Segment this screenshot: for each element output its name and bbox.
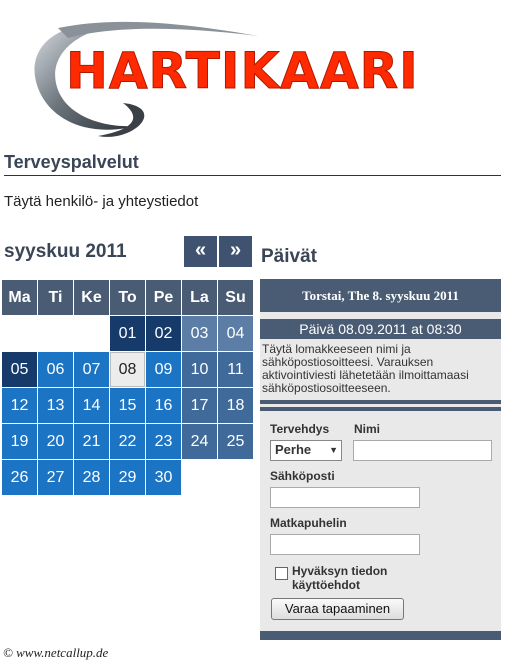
- calendar-day[interactable]: 29: [110, 460, 145, 495]
- next-month-button[interactable]: »: [219, 236, 252, 267]
- calendar-day[interactable]: 04: [218, 316, 253, 351]
- selected-date-header: Torstai, The 8. syyskuu 2011: [260, 279, 501, 312]
- phone-input[interactable]: [270, 534, 420, 555]
- salutation-label: Tervehdys: [270, 422, 330, 436]
- calendar-day[interactable]: 19: [2, 424, 37, 459]
- calendar-day[interactable]: 14: [74, 388, 109, 423]
- calendar-day[interactable]: 22: [110, 424, 145, 459]
- calendar-day[interactable]: 06: [38, 352, 73, 387]
- email-label: Sähköposti: [270, 469, 335, 483]
- submit-booking-button[interactable]: Varaa tapaaminen: [271, 598, 404, 620]
- salutation-select[interactable]: Perhe ▼: [270, 440, 342, 461]
- calendar-day[interactable]: 11: [218, 352, 253, 387]
- weekday-header-cell: Ti: [38, 280, 73, 315]
- panel-footer-bar: [260, 631, 501, 640]
- calendar-weekday-header: Ma Ti Ke To Pe La Su: [2, 280, 254, 316]
- calendar-empty-cell: [218, 460, 253, 495]
- calendar-day[interactable]: 07: [74, 352, 109, 387]
- calendar-day[interactable]: 26: [2, 460, 37, 495]
- calendar-day[interactable]: 23: [146, 424, 181, 459]
- weekday-header-cell: Ma: [2, 280, 37, 315]
- calendar-week-row: 01 02 03 04: [2, 316, 254, 352]
- section-title: Terveyspalvelut: [4, 152, 501, 176]
- name-label: Nimi: [354, 422, 381, 436]
- calendar-day[interactable]: 27: [38, 460, 73, 495]
- booking-panel: Torstai, The 8. syyskuu 2011 Päivä 08.09…: [260, 279, 501, 640]
- hartikaari-logo: HARTIKAARI: [34, 21, 419, 137]
- calendar-weeks: 01 02 03 04 05 06 07 08 09 10 11 12 13 14 15 16 17 18 19 20…: [2, 316, 254, 496]
- booking-instructions: Täytä lomakkeeseen nimi ja sähköpostioso…: [262, 342, 469, 395]
- calendar-week-row: 19 20 21 22 23 24 25: [2, 424, 254, 460]
- calendar-week-row: 12 13 14 15 16 17 18: [2, 388, 254, 424]
- weekday-header-cell: Ke: [74, 280, 109, 315]
- divider: [260, 400, 501, 404]
- calendar-grid: Ma Ti Ke To Pe La Su 01 02 03 04 05 06 07 08 09 10 11 12 1…: [2, 280, 254, 496]
- calendar-day[interactable]: 09: [146, 352, 181, 387]
- calendar-week-row: 05 06 07 08 09 10 11: [2, 352, 254, 388]
- calendar-empty-cell: [38, 316, 73, 351]
- calendar-day[interactable]: 21: [74, 424, 109, 459]
- chevron-down-icon: ▼: [329, 445, 338, 455]
- calendar-day[interactable]: 28: [74, 460, 109, 495]
- calendar-day[interactable]: 02: [146, 316, 181, 351]
- prev-month-button[interactable]: «: [184, 236, 217, 267]
- calendar-day[interactable]: 01: [110, 316, 145, 351]
- weekday-header-cell: To: [110, 280, 145, 315]
- calendar-day[interactable]: 03: [182, 316, 217, 351]
- calendar-day[interactable]: 25: [218, 424, 253, 459]
- intro-text: Täytä henkilö- ja yhteystiedot: [4, 193, 199, 210]
- calendar-week-row: 26 27 28 29 30: [2, 460, 254, 496]
- email-input[interactable]: [270, 487, 420, 508]
- name-input[interactable]: [353, 440, 492, 461]
- calendar-month-title: syyskuu 2011: [4, 241, 127, 262]
- time-slot[interactable]: Päivä 08.09.2011 at 08:30: [260, 319, 501, 339]
- svg-text:HARTIKAARI: HARTIKAARI: [66, 42, 419, 100]
- copyright-text: © www.netcallup.de: [3, 645, 109, 660]
- calendar-empty-cell: [2, 316, 37, 351]
- terms-checkbox[interactable]: [275, 567, 288, 580]
- calendar-day[interactable]: 10: [182, 352, 217, 387]
- calendar-day[interactable]: 20: [38, 424, 73, 459]
- calendar-day[interactable]: 24: [182, 424, 217, 459]
- weekday-header-cell: La: [182, 280, 217, 315]
- divider: [260, 407, 501, 411]
- weekday-header-cell: Pe: [146, 280, 181, 315]
- calendar-empty-cell: [74, 316, 109, 351]
- calendar-day[interactable]: 15: [110, 388, 145, 423]
- weekday-header-cell: Su: [218, 280, 253, 315]
- days-title: Päivät: [261, 246, 317, 267]
- calendar-day[interactable]: 13: [38, 388, 73, 423]
- calendar-day[interactable]: 12: [2, 388, 37, 423]
- calendar-day[interactable]: 16: [146, 388, 181, 423]
- calendar-day[interactable]: 08: [110, 352, 145, 387]
- calendar-empty-cell: [182, 460, 217, 495]
- phone-label: Matkapuhelin: [270, 516, 347, 530]
- calendar-day[interactable]: 17: [182, 388, 217, 423]
- terms-label: Hyväksyn tiedon käyttöehdot: [292, 564, 388, 592]
- calendar-day[interactable]: 30: [146, 460, 181, 495]
- calendar-day[interactable]: 18: [218, 388, 253, 423]
- salutation-value: Perhe: [275, 442, 312, 457]
- calendar-day[interactable]: 05: [2, 352, 37, 387]
